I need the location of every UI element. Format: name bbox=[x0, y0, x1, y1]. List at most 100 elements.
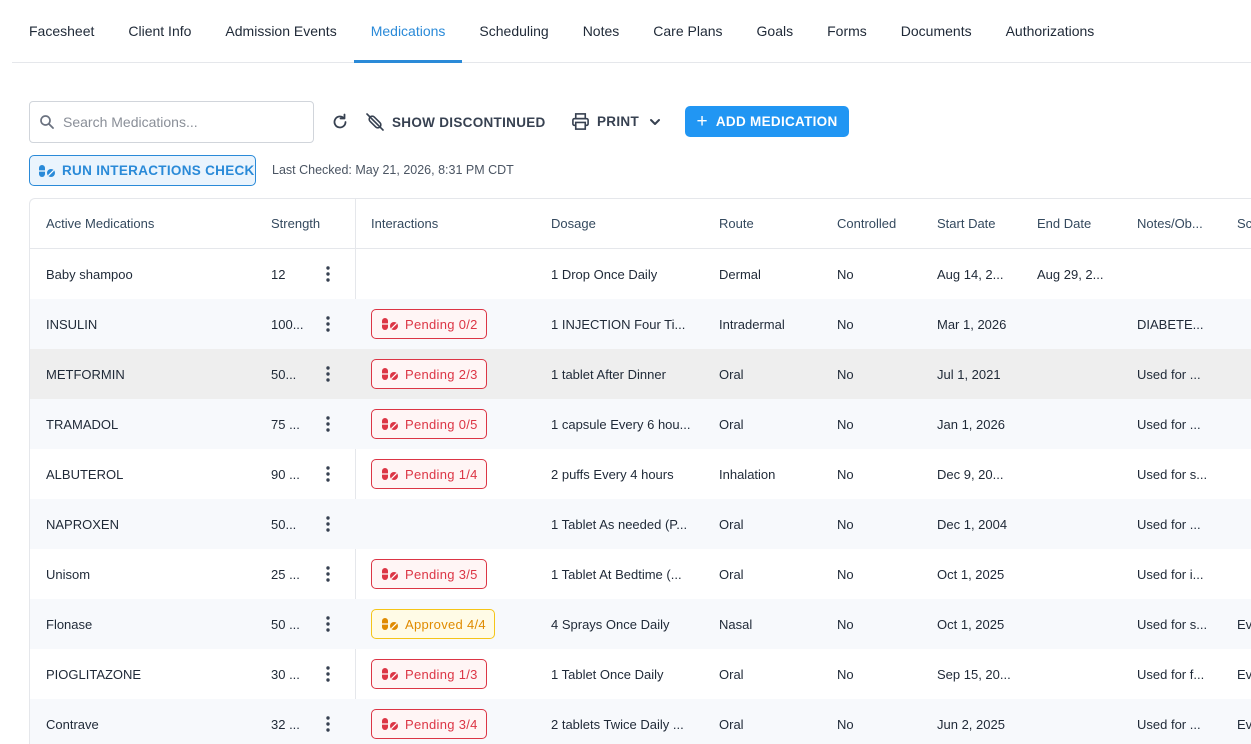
pills-icon bbox=[382, 718, 398, 730]
table-row[interactable]: PIOGLITAZONE 30 ... Pending 1/3 1 Tablet On… bbox=[30, 649, 1251, 699]
table-row[interactable]: Baby shampoo 12 1 Drop Once Daily Dermal No A… bbox=[30, 249, 1251, 299]
cell-medication-name: INSULIN bbox=[46, 316, 98, 332]
header-medication-name[interactable]: Active Medications bbox=[46, 199, 154, 248]
pills-icon bbox=[382, 568, 398, 580]
row-menu-button[interactable] bbox=[326, 549, 330, 599]
row-menu-button[interactable] bbox=[326, 649, 330, 699]
cell-start-date: Jan 1, 2026 bbox=[937, 416, 1005, 432]
table-row[interactable]: Contrave 32 ... Pending 3/4 2 tablets Twice… bbox=[30, 699, 1251, 744]
tab-admission-events[interactable]: Admission Events bbox=[208, 0, 353, 62]
pills-icon bbox=[382, 468, 398, 480]
table-row[interactable]: METFORMIN 50... Pending 2/3 1 tablet After … bbox=[30, 349, 1251, 399]
plus-icon: + bbox=[696, 111, 708, 132]
cell-start-date: Jun 2, 2025 bbox=[937, 716, 1005, 732]
tab-client-info[interactable]: Client Info bbox=[111, 0, 208, 62]
print-button[interactable]: PRINT bbox=[571, 112, 661, 131]
row-menu-button[interactable] bbox=[326, 349, 330, 399]
refresh-icon bbox=[333, 113, 347, 129]
row-menu-button[interactable] bbox=[326, 499, 330, 549]
table-row[interactable]: Unisom 25 ... Pending 3/5 1 Tablet At Bedti… bbox=[30, 549, 1251, 599]
cell-start-date: Mar 1, 2026 bbox=[937, 316, 1007, 332]
row-menu-button[interactable] bbox=[326, 249, 330, 299]
cell-strength: 50... bbox=[271, 516, 297, 532]
tab-notes[interactable]: Notes bbox=[566, 0, 637, 62]
tab-care-plans[interactable]: Care Plans bbox=[636, 0, 739, 62]
cell-start-date: Oct 1, 2025 bbox=[937, 566, 1005, 582]
refresh-button[interactable] bbox=[330, 112, 350, 132]
header-strength[interactable]: Strength bbox=[271, 199, 320, 248]
cell-notes: Used for ... bbox=[1137, 366, 1201, 382]
tab-forms[interactable]: Forms bbox=[810, 0, 884, 62]
tab-facesheet[interactable]: Facesheet bbox=[12, 0, 111, 62]
run-interactions-label: RUN INTERACTIONS CHECK bbox=[62, 163, 255, 178]
pending-interaction-badge[interactable]: Pending 1/4 bbox=[371, 459, 487, 489]
header-sc[interactable]: Sc bbox=[1237, 199, 1251, 248]
cell-route: Dermal bbox=[719, 266, 761, 282]
cell-dosage: 1 capsule Every 6 hou... bbox=[551, 416, 691, 432]
run-interactions-check-button[interactable]: RUN INTERACTIONS CHECK bbox=[29, 155, 256, 186]
row-menu-button[interactable] bbox=[326, 449, 330, 499]
tab-scheduling[interactable]: Scheduling bbox=[462, 0, 565, 62]
cell-medication-name: Unisom bbox=[46, 566, 91, 582]
approved-interaction-badge[interactable]: Approved 4/4 bbox=[371, 609, 495, 639]
row-menu-button[interactable] bbox=[326, 699, 330, 744]
table-body: Baby shampoo 12 1 Drop Once Daily Dermal No A… bbox=[30, 249, 1251, 744]
pending-interaction-badge[interactable]: Pending 0/2 bbox=[371, 309, 487, 339]
pending-interaction-badge[interactable]: Pending 0/5 bbox=[371, 409, 487, 439]
pill-off-icon bbox=[366, 113, 384, 131]
cell-route: Inhalation bbox=[719, 466, 776, 482]
cell-notes: Used for ... bbox=[1137, 716, 1201, 732]
table-row[interactable]: TRAMADOL 75 ... Pending 0/5 1 capsule Every… bbox=[30, 399, 1251, 449]
more-vertical-icon bbox=[326, 366, 330, 382]
more-vertical-icon bbox=[326, 416, 330, 432]
header-end-date[interactable]: End Date bbox=[1037, 199, 1091, 248]
pills-icon bbox=[382, 318, 398, 330]
cell-medication-name: NAPROXEN bbox=[46, 516, 119, 532]
pending-interaction-badge[interactable]: Pending 3/4 bbox=[371, 709, 487, 739]
cell-interactions: Pending 2/3 bbox=[371, 349, 487, 399]
cell-interactions: Pending 1/4 bbox=[371, 449, 487, 499]
search-box[interactable] bbox=[29, 101, 314, 143]
row-menu-button[interactable] bbox=[326, 399, 330, 449]
table-row[interactable]: Flonase 50 ... Approved 4/4 4 Sprays Once D… bbox=[30, 599, 1251, 649]
header-start-date[interactable]: Start Date bbox=[937, 199, 996, 248]
cell-sc: Ev bbox=[1237, 666, 1251, 682]
pending-interaction-badge[interactable]: Pending 2/3 bbox=[371, 359, 487, 389]
cell-controlled: No bbox=[837, 366, 854, 382]
header-route[interactable]: Route bbox=[719, 199, 754, 248]
cell-controlled: No bbox=[837, 466, 854, 482]
cell-dosage: 1 Tablet Once Daily bbox=[551, 666, 664, 682]
printer-icon bbox=[572, 113, 589, 130]
tab-medications[interactable]: Medications bbox=[353, 0, 463, 63]
header-controlled[interactable]: Controlled bbox=[837, 199, 896, 248]
last-checked-text: Last Checked: May 21, 2026, 8:31 PM CDT bbox=[272, 163, 514, 177]
table-row[interactable]: NAPROXEN 50... 1 Tablet As needed (P... Ora… bbox=[30, 499, 1251, 549]
badge-label: Pending 1/3 bbox=[405, 666, 478, 682]
show-discontinued-button[interactable]: SHOW DISCONTINUED bbox=[365, 112, 546, 132]
row-menu-button[interactable] bbox=[326, 599, 330, 649]
header-notes[interactable]: Notes/Ob... bbox=[1137, 199, 1203, 248]
cell-controlled: No bbox=[837, 666, 854, 682]
tab-goals[interactable]: Goals bbox=[740, 0, 811, 62]
cell-notes: Used for ... bbox=[1137, 516, 1201, 532]
table-row[interactable]: INSULIN 100... Pending 0/2 1 INJECTION Four… bbox=[30, 299, 1251, 349]
more-vertical-icon bbox=[326, 616, 330, 632]
cell-start-date: Aug 14, 2... bbox=[937, 266, 1004, 282]
cell-interactions: Pending 0/2 bbox=[371, 299, 487, 349]
pills-icon bbox=[382, 418, 398, 430]
cell-route: Intradermal bbox=[719, 316, 785, 332]
tab-authorizations[interactable]: Authorizations bbox=[989, 0, 1112, 62]
pending-interaction-badge[interactable]: Pending 3/5 bbox=[371, 559, 487, 589]
pending-interaction-badge[interactable]: Pending 1/3 bbox=[371, 659, 487, 689]
table-header: Active Medications Strength Interactions Do… bbox=[30, 199, 1251, 249]
table-row[interactable]: ALBUTEROL 90 ... Pending 1/4 2 puffs Every … bbox=[30, 449, 1251, 499]
search-input[interactable] bbox=[63, 114, 303, 130]
add-medication-button[interactable]: + ADD MEDICATION bbox=[685, 106, 849, 137]
cell-controlled: No bbox=[837, 316, 854, 332]
tab-documents[interactable]: Documents bbox=[884, 0, 989, 62]
header-dosage[interactable]: Dosage bbox=[551, 199, 596, 248]
row-menu-button[interactable] bbox=[326, 299, 330, 349]
more-vertical-icon bbox=[326, 466, 330, 482]
cell-strength: 50 ... bbox=[271, 616, 300, 632]
header-interactions[interactable]: Interactions bbox=[371, 199, 438, 248]
